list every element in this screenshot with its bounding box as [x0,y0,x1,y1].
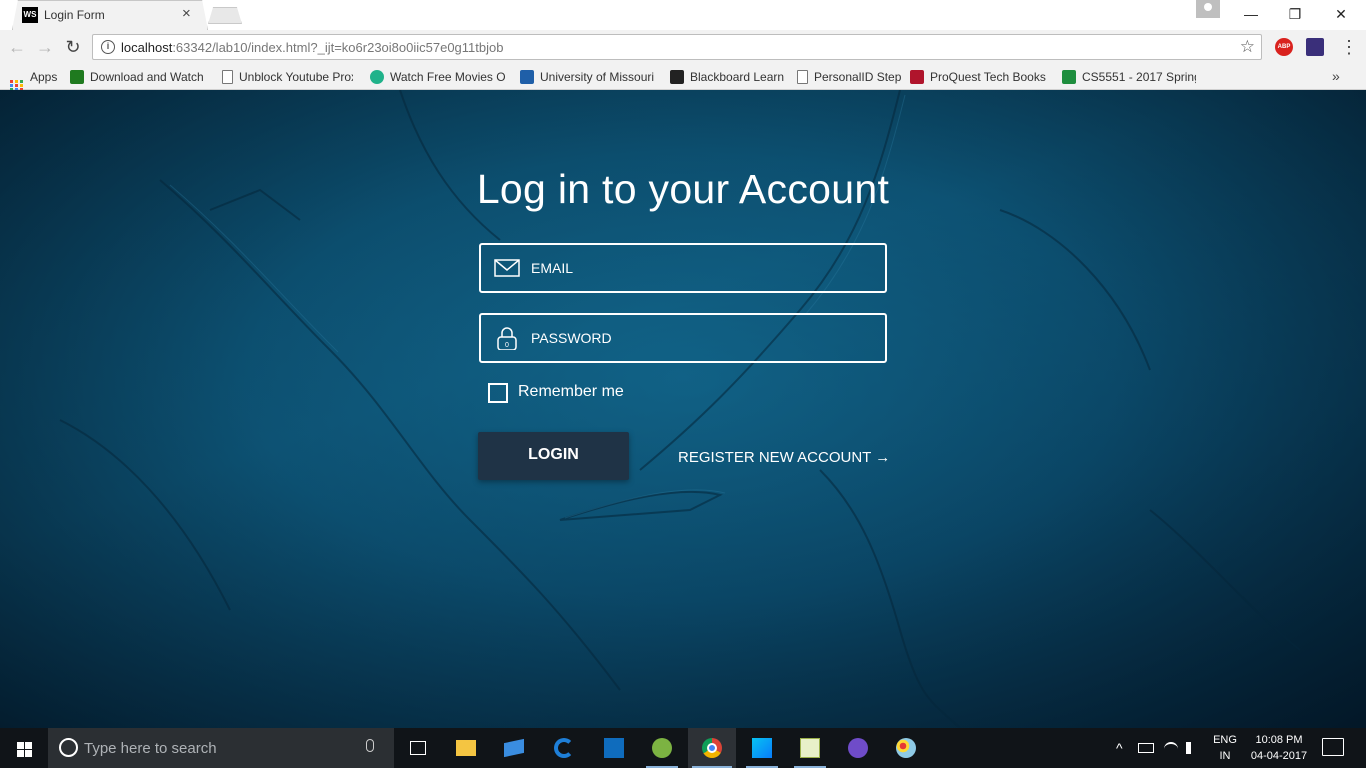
bookmark-download-and-watch[interactable]: Download and Watch [70,68,204,86]
envelope-icon [494,259,520,277]
android-studio-glyph [652,738,672,758]
url-host: localhost [121,40,173,55]
tab-close-icon[interactable]: × [182,5,191,23]
forward-icon[interactable]: → [34,36,56,58]
clock-date: 04-04-2017 [1250,750,1308,762]
url-text[interactable]: localhost:63342/lab10/index.html?_ijt=ko… [121,40,503,55]
outlook-glyph [604,738,624,758]
clock-time: 10:08 PM [1255,734,1303,746]
reload-icon[interactable]: ↻ [62,36,84,58]
store-glyph [504,738,524,758]
sheets-icon [1062,70,1076,84]
windows-logo-pane [17,750,24,757]
store-icon[interactable] [490,728,538,768]
register-new-account-link[interactable]: REGISTER NEW ACCOUNT → [678,449,890,466]
bookmark-proquest-tech-books[interactable]: ProQuest Tech Books [910,68,1046,86]
url-path: :63342/lab10/index.html?_ijt=ko6r23oi8o0… [172,40,504,55]
email-field-box[interactable] [479,243,887,293]
region-code: IN [1219,750,1231,762]
svg-text:0: 0 [505,342,509,349]
visual-studio-glyph [848,738,868,758]
taskbar-search[interactable]: Type here to search [48,728,394,768]
bookmark-personalid-step[interactable]: PersonalID Step [797,68,901,86]
search-placeholder: Type here to search [84,740,217,757]
restore-button[interactable]: ❐ [1272,0,1318,28]
chrome-center-glyph [707,743,717,753]
windows-logo-icon [17,742,24,749]
windows-logo-pane [25,742,32,749]
page-icon [222,70,233,84]
webstorm-glyph [752,738,772,758]
minimize-button[interactable]: — [1228,0,1274,28]
paint-glyph [896,738,916,758]
play-circle-icon [370,70,384,84]
language-indicator[interactable]: ENG IN [1212,732,1238,764]
um-icon [520,70,534,84]
tr-site-icon [70,70,84,84]
webstorm-favicon-icon: WS [22,7,38,23]
wifi-icon[interactable] [1164,742,1178,756]
task-view-glyph [410,741,426,755]
site-info-icon[interactable]: i [101,40,115,54]
notepad-glyph [800,738,820,758]
password-input[interactable] [531,315,871,361]
bb-icon [670,70,684,84]
browser-toolbar: ← → ↻ i localhost:63342/lab10/index.html… [0,30,1366,64]
microphone-icon[interactable] [366,739,374,752]
action-center-icon[interactable] [1322,738,1344,756]
notepad-icon[interactable] [786,728,834,768]
windows-logo-pane [25,750,32,757]
language-code: ENG [1213,734,1237,746]
battery-icon[interactable] [1138,743,1154,753]
page-title: Log in to your Account [476,166,890,212]
remember-me-label[interactable]: Remember me [518,383,624,401]
volume-icon[interactable] [1186,742,1198,754]
android-studio-icon[interactable] [638,728,686,768]
folder-glyph [456,740,476,756]
task-view-icon[interactable] [394,728,442,768]
webstorm-icon[interactable] [738,728,786,768]
file-explorer-icon[interactable] [442,728,490,768]
login-button[interactable]: LOGIN [478,432,629,480]
page-icon [797,70,808,84]
tab-strip: WS Login Form × — ❐ ✕ [0,0,1366,30]
browser-chrome: WS Login Form × — ❐ ✕ ← → ↻ i localhost:… [0,0,1366,91]
bookmarks-bar: Apps Download and Watch Unblock Youtube … [0,64,1366,91]
or-icon [910,70,924,84]
windows-taskbar: Type here to search ^ ENG IN 10:08 PM 04… [0,728,1366,768]
bookmark-watch-free-movies[interactable]: Watch Free Movies O [370,68,506,86]
new-tab-button[interactable] [208,7,242,24]
bookmark-university-of-missouri[interactable]: University of Missouri [520,68,654,86]
clock[interactable]: 10:08 PM 04-04-2017 [1244,732,1314,764]
adblock-plus-icon[interactable]: ABP [1275,38,1293,56]
bookmark-apps[interactable]: Apps [10,68,57,91]
lock-icon: 0 [497,327,517,350]
cortana-icon [59,738,78,757]
bookmarks-overflow-icon[interactable]: » [1332,68,1340,84]
password-field-box[interactable]: 0 [479,313,887,363]
bookmark-unblock-youtube[interactable]: Unblock Youtube Prox [222,68,353,86]
tab-login-form[interactable] [12,0,208,30]
visual-studio-icon[interactable] [834,728,882,768]
email-input[interactable] [531,245,871,291]
tab-title: Login Form [44,8,105,22]
outlook-icon[interactable] [590,728,638,768]
bookmark-cs5551-2017-spring[interactable]: CS5551 - 2017 Spring [1062,68,1196,86]
back-icon[interactable]: ← [6,36,28,58]
remember-me-checkbox[interactable] [488,383,508,403]
tray-overflow-icon[interactable]: ^ [1116,740,1123,756]
chrome-icon[interactable] [688,728,736,768]
address-bar[interactable]: i localhost:63342/lab10/index.html?_ijt=… [92,34,1262,60]
browser-menu-icon[interactable]: ⋮ [1340,36,1358,58]
bookmark-star-icon[interactable]: ☆ [1240,37,1255,57]
close-window-button[interactable]: ✕ [1318,0,1364,28]
edge-icon[interactable] [540,728,588,768]
paint-icon[interactable] [882,728,930,768]
login-page: Log in to your Account 0 Remember me LOG… [0,90,1366,728]
bookmark-blackboard-learn[interactable]: Blackboard Learn [670,68,784,86]
profile-avatar-icon[interactable] [1196,0,1220,18]
edge-glyph [554,738,574,758]
extension-icon[interactable] [1306,38,1324,56]
start-button[interactable] [0,728,48,768]
